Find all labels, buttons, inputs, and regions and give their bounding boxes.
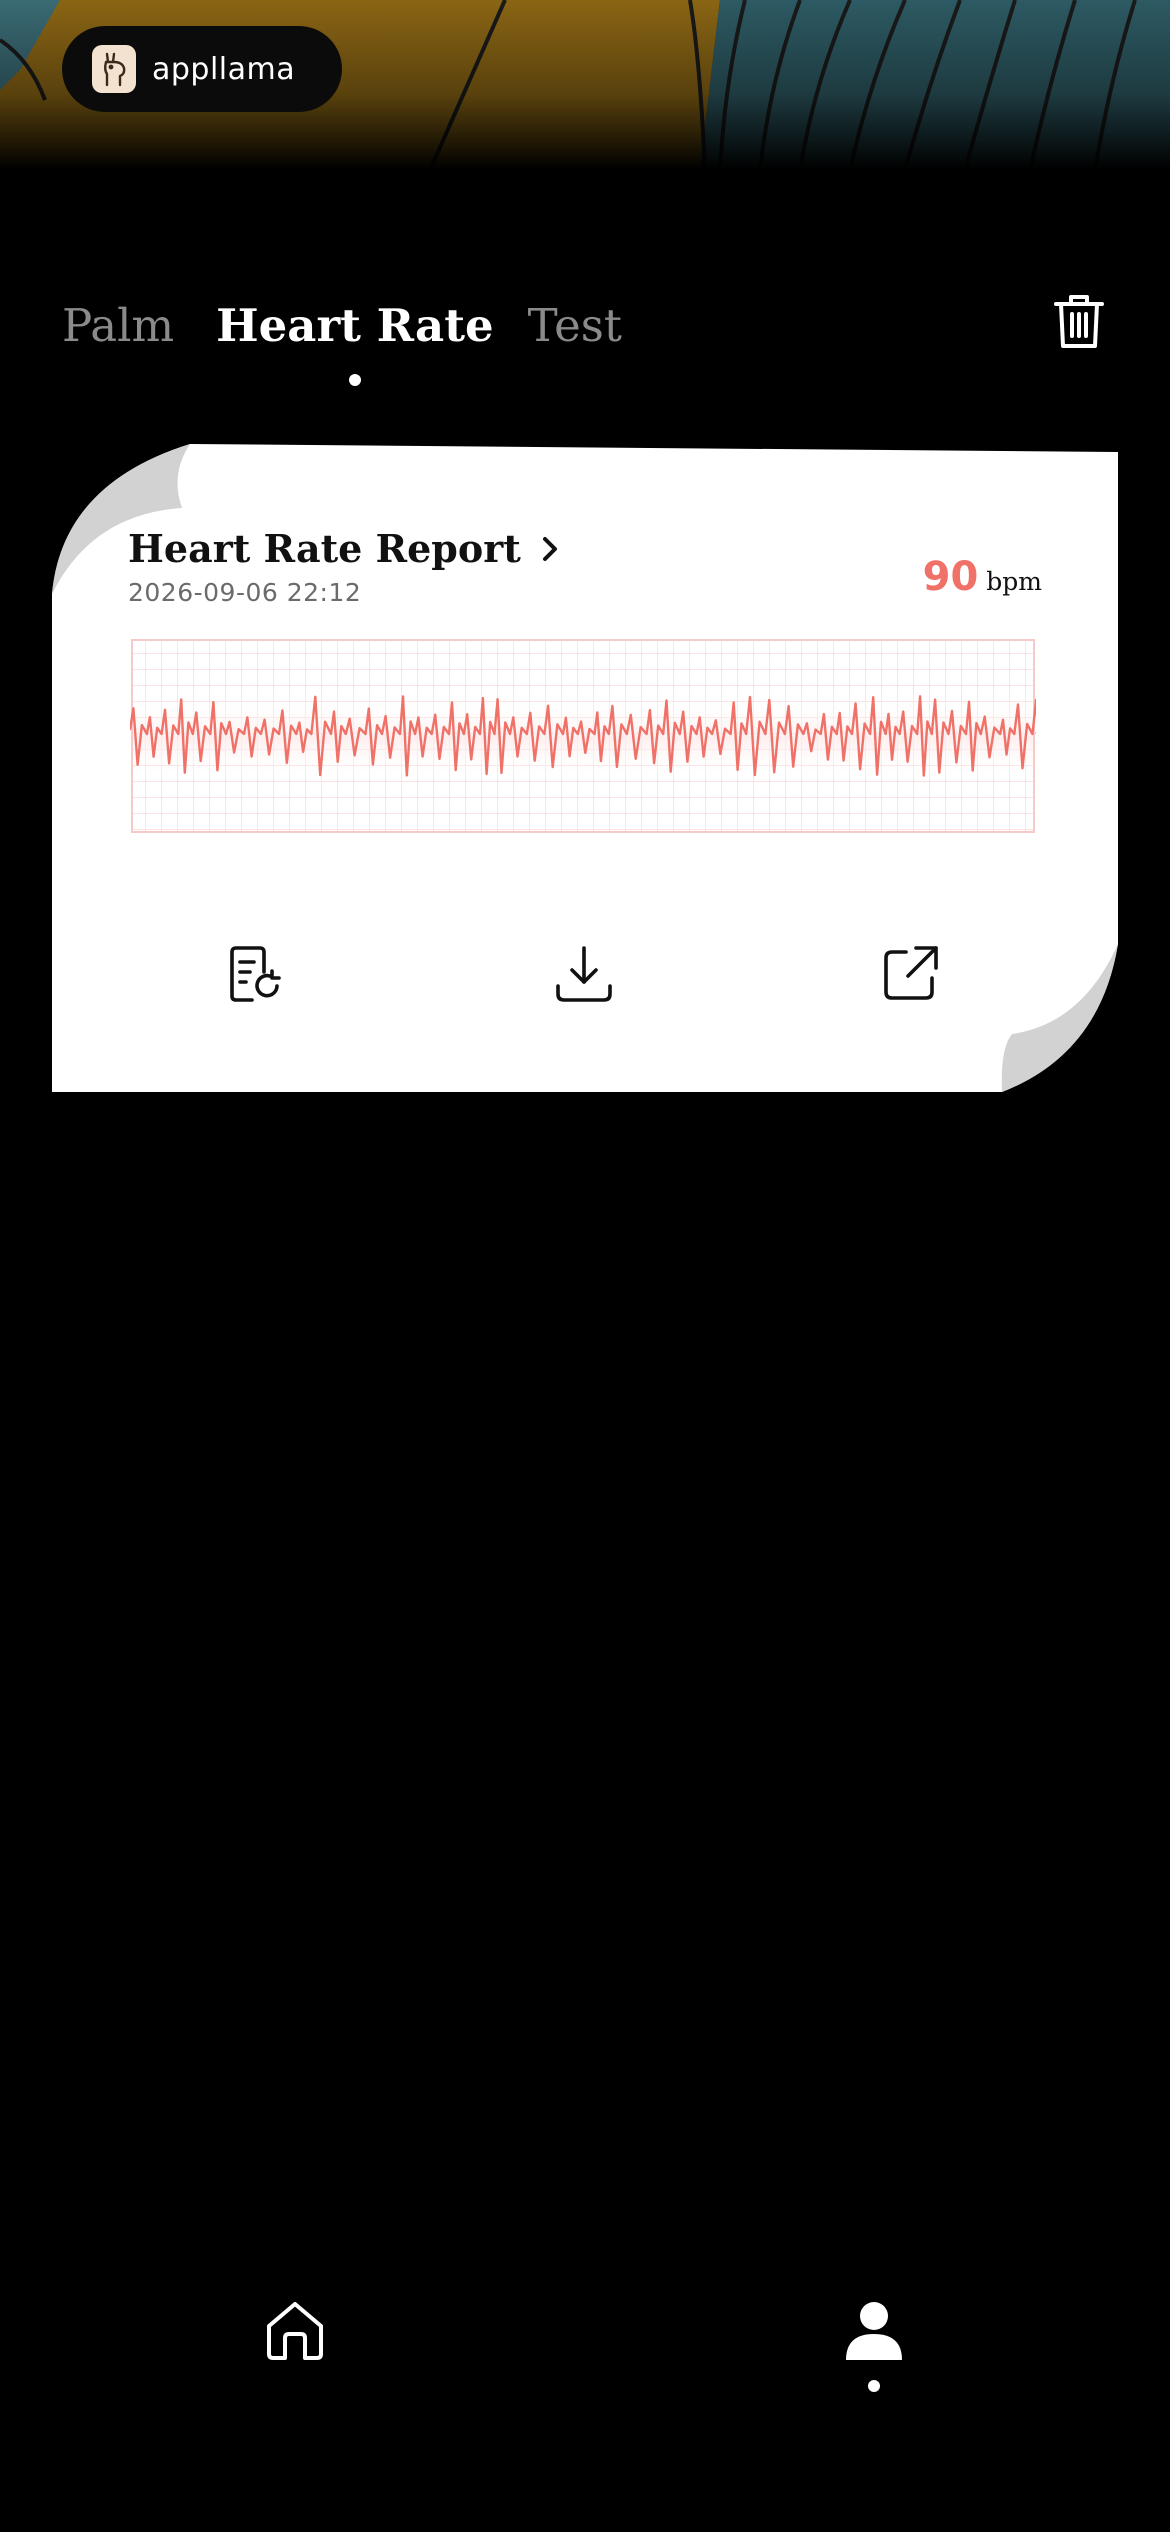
home-icon: [267, 2302, 323, 2360]
nav-home[interactable]: [261, 2296, 329, 2364]
nav-profile[interactable]: [840, 2296, 908, 2364]
brand-name: appllama: [152, 51, 296, 87]
bpm-value: 90: [922, 554, 979, 600]
share-icon: [884, 946, 938, 1000]
nav-active-indicator: [868, 2380, 880, 2392]
tab-palm[interactable]: Palm: [62, 299, 174, 352]
report-title: Heart Rate Report: [128, 526, 521, 571]
download-icon: [556, 946, 612, 1002]
trash-icon: [1054, 295, 1104, 348]
person-icon: [846, 2302, 902, 2360]
chevron-right-icon: [542, 536, 557, 561]
report-refresh-icon: [230, 946, 281, 1002]
view-report-button[interactable]: [224, 942, 288, 1006]
download-button[interactable]: [552, 942, 616, 1006]
bpm-unit: bpm: [986, 567, 1042, 596]
tab-test[interactable]: Test: [528, 299, 622, 352]
llama-logo-icon: [92, 45, 136, 93]
heart-rate-report-card[interactable]: Heart Rate Report 2026-09-06 22:12 90 bp…: [52, 444, 1118, 1092]
share-button[interactable]: [878, 942, 942, 1006]
bpm-readout: 90 bpm: [923, 554, 1042, 600]
report-title-row[interactable]: Heart Rate Report: [128, 526, 561, 571]
report-timestamp: 2026-09-06 22:12: [128, 578, 362, 607]
ecg-waveform: [130, 639, 1036, 833]
tab-heart-rate[interactable]: Heart Rate: [216, 299, 494, 386]
category-tabs: Palm Heart Rate Test: [62, 290, 664, 386]
delete-button[interactable]: [1052, 292, 1106, 350]
brand-badge: appllama: [62, 26, 342, 112]
